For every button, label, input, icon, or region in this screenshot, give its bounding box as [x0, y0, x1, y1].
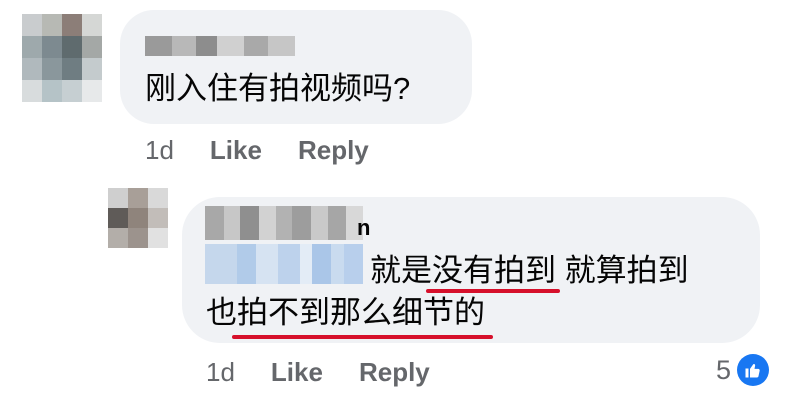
reply-text-segment: 就算拍到: [556, 253, 689, 288]
underlined-text: 没有拍到: [426, 249, 560, 293]
thumbs-up-icon: [737, 354, 770, 386]
author-name-suffix: n: [357, 215, 371, 240]
comment-text: 刚入住有拍视频吗?: [145, 71, 411, 106]
author-name-blurred[interactable]: [205, 206, 363, 240]
reply-button[interactable]: Reply: [359, 357, 430, 388]
reaction-summary[interactable]: 5: [716, 354, 770, 386]
avatar[interactable]: [108, 188, 168, 248]
like-button[interactable]: Like: [271, 357, 323, 388]
like-button[interactable]: Like: [210, 135, 262, 166]
reply-button[interactable]: Reply: [298, 135, 369, 166]
reaction-count: 5: [716, 354, 732, 385]
comment-actions: 1d Like Reply: [145, 135, 369, 166]
comment-timestamp[interactable]: 1d: [145, 135, 174, 166]
reply-timestamp[interactable]: 1d: [206, 357, 235, 388]
reply-text-segment: 也: [206, 295, 237, 330]
underlined-text: 拍不到那么细节的: [232, 291, 493, 339]
reply-text-line-1: 就是没有拍到 就算拍到: [370, 249, 689, 293]
red-underline: [232, 335, 493, 339]
reply-text-blurred: [205, 244, 363, 284]
avatar[interactable]: [22, 14, 102, 102]
reply-actions: 1d Like Reply: [206, 357, 430, 388]
reply-text-line-2: 也拍不到那么细节的: [206, 291, 493, 339]
reply-text-segment: 就是: [370, 253, 432, 288]
author-name-blurred[interactable]: [145, 36, 295, 56]
